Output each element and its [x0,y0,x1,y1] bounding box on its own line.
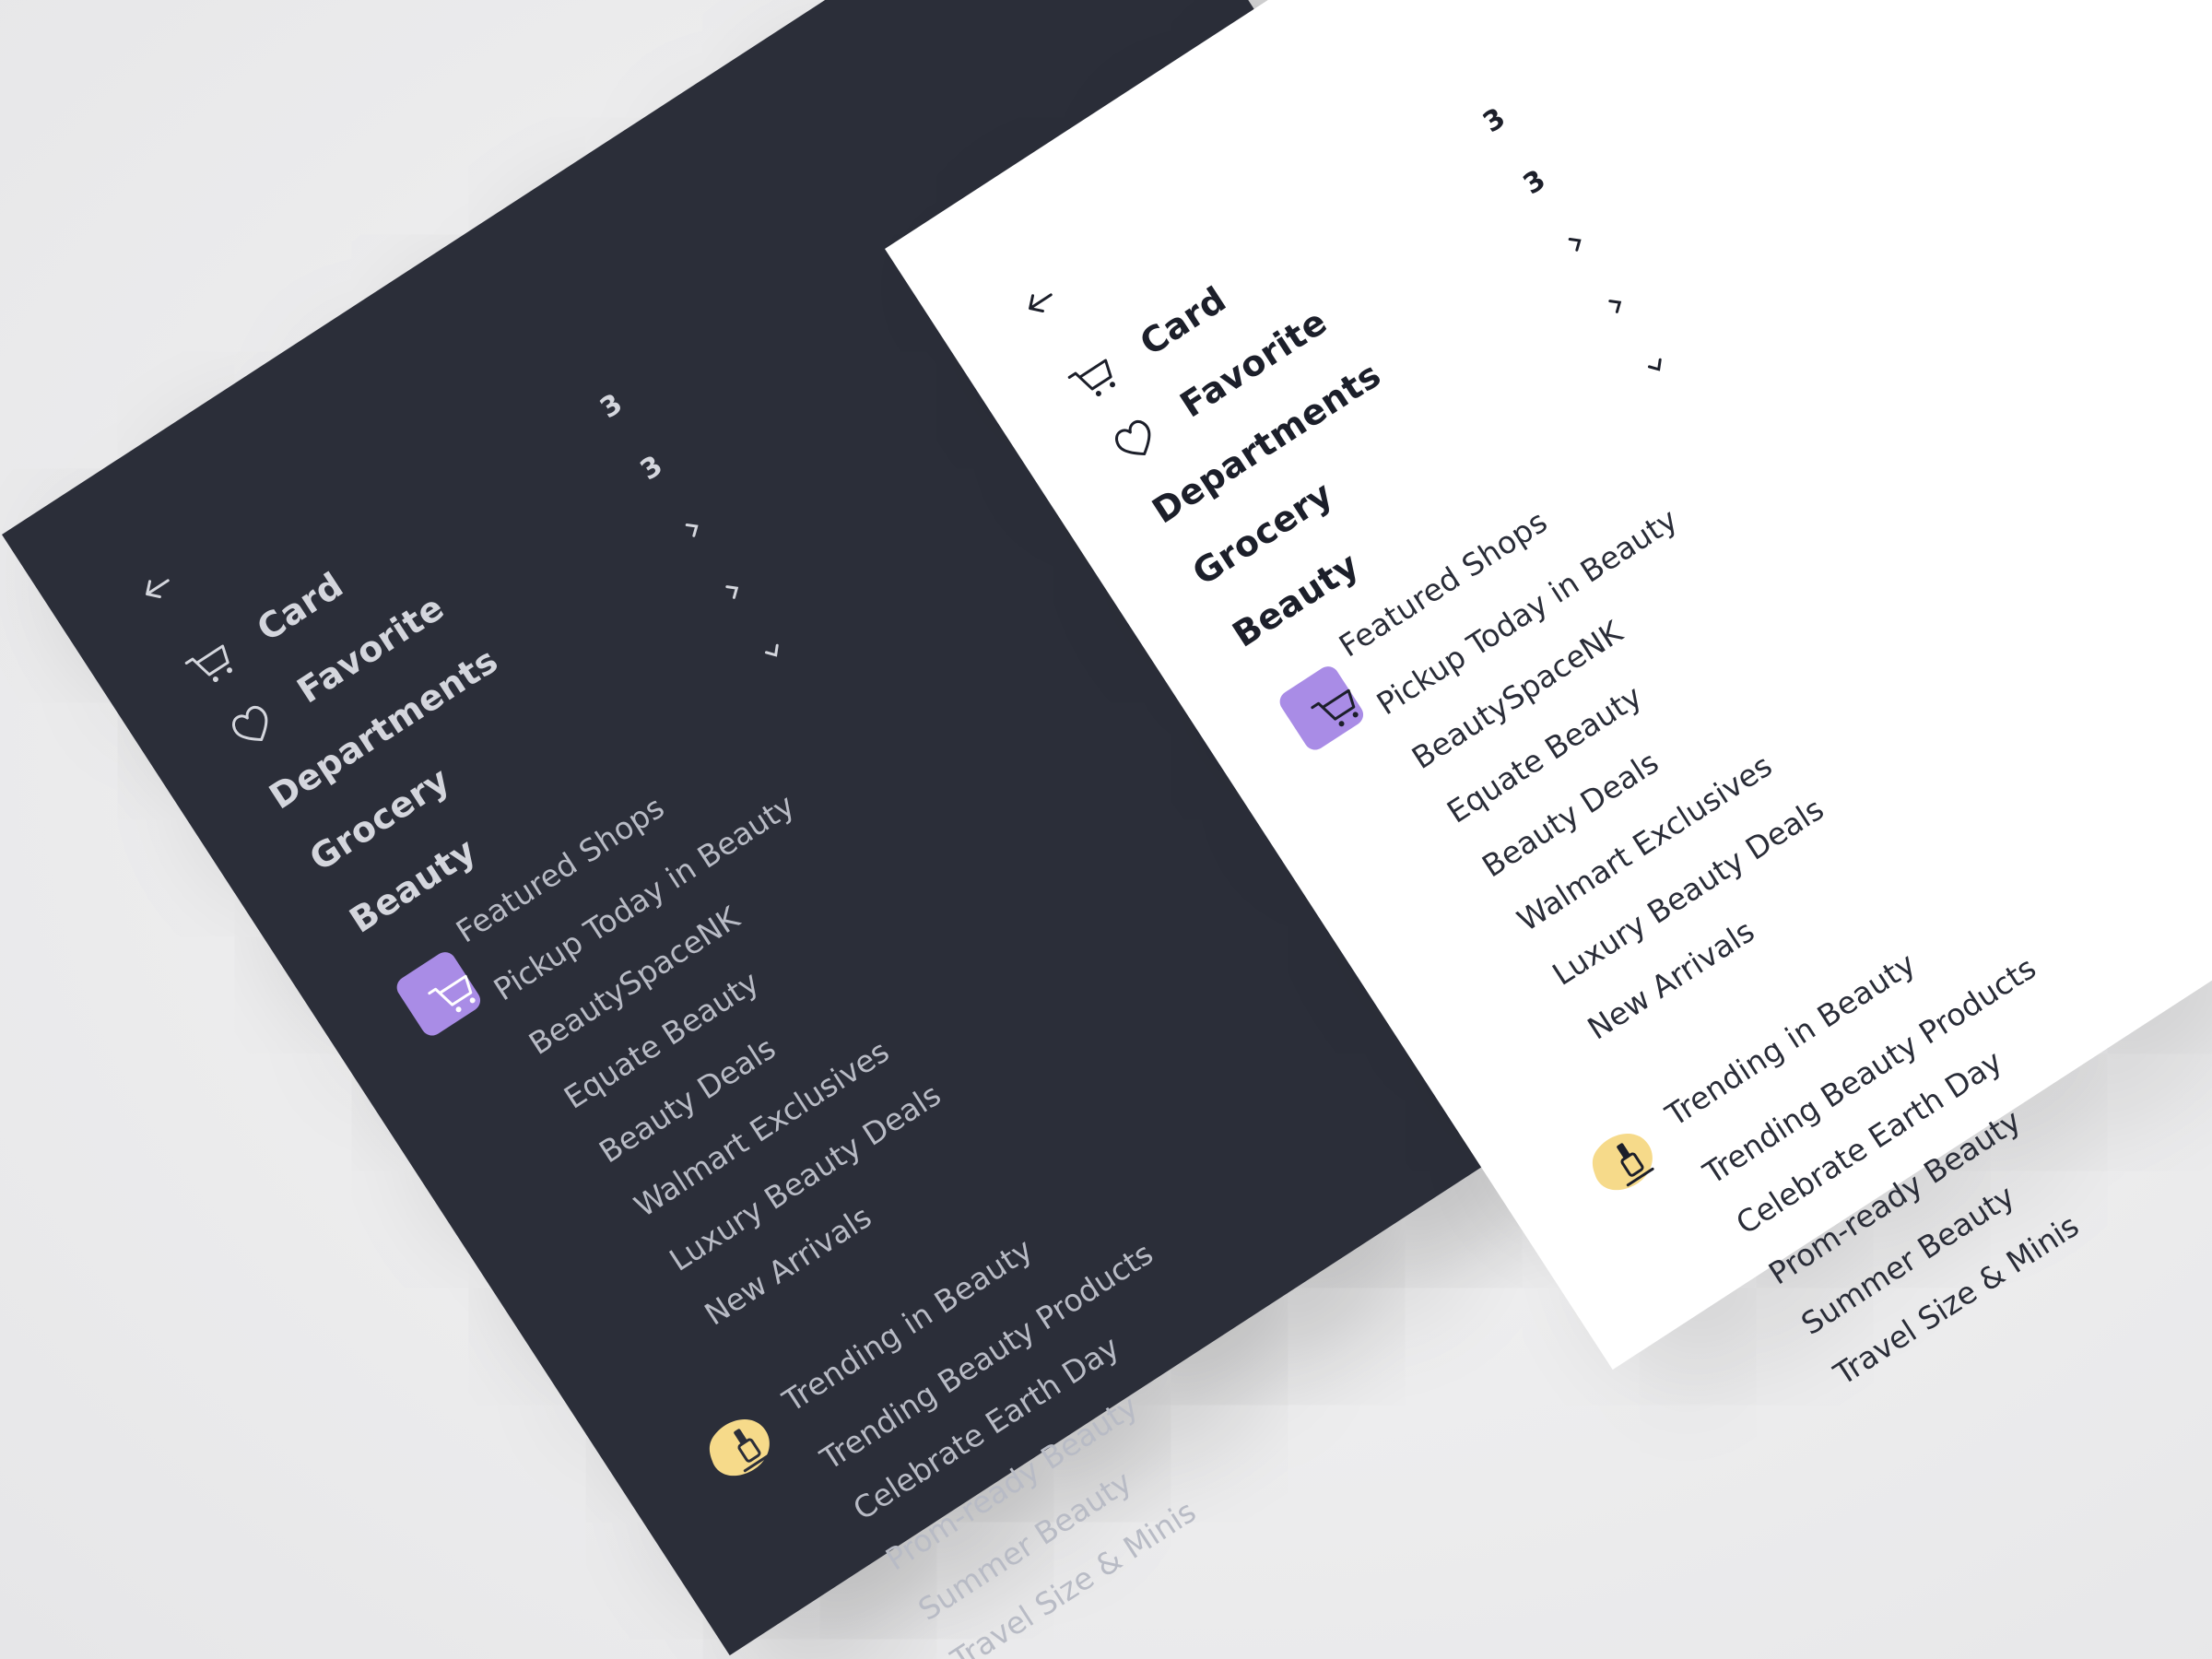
chevron-right-icon[interactable] [1562,229,1590,256]
stage: Card 3 Favorite 3 Departments Grocery Be… [0,0,2212,1659]
arrow-left-icon[interactable] [132,562,182,613]
featured-shops-icon-badge [1276,659,1375,759]
arrow-left-icon[interactable] [1015,276,1065,327]
nail-polish-icon [1592,1134,1654,1191]
nav-item-label: Card [250,564,351,650]
nav-item-label: Departments [262,640,506,818]
nav-item-label: Departments [1145,354,1389,532]
heart-icon [232,705,268,742]
cart-icon [1067,359,1116,397]
chevron-down-icon[interactable] [759,638,787,665]
featured-shop-link[interactable]: Equate Beauty [558,964,765,1116]
nail-polish-icon [709,1419,771,1477]
favorite-count-badge: 3 [1517,163,1552,202]
featured-shops-title: Featured Shops [449,788,671,950]
favorite-count-badge: 3 [634,449,669,488]
featured-shops-title: Featured Shops [1332,502,1554,665]
nav-item-departments[interactable]: Departments [262,640,505,818]
nav-item-label: Card [1133,278,1234,364]
chevron-right-icon[interactable] [679,514,707,542]
cart-count-badge: 3 [594,387,629,426]
chevron-right-icon[interactable] [1603,290,1630,318]
chevron-down-icon[interactable] [1642,352,1670,380]
cart-icon [184,644,233,683]
nav-item-departments[interactable]: Departments [1145,354,1388,532]
chevron-right-icon[interactable] [720,576,747,604]
cart-count-badge: 3 [1477,101,1512,140]
featured-shop-link[interactable]: Equate Beauty [1441,678,1648,830]
heart-icon [1115,419,1151,456]
featured-shops-icon-badge [393,945,492,1044]
